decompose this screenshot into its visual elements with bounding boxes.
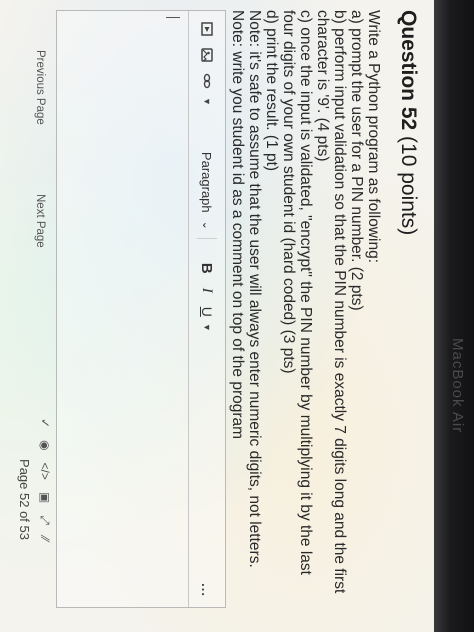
next-page-button[interactable]: Next Page — [34, 194, 46, 248]
editor-status-icons: ✓ ◉ </> ▣ ⤢ ⁄⁄ — [37, 418, 52, 541]
question-number: Question 52 — [397, 10, 420, 131]
quiz-page: Question 52 (10 points) Write a Python p… — [0, 0, 434, 632]
italic-button[interactable]: I — [195, 288, 219, 293]
question-block: Question 52 (10 points) Write a Python p… — [229, 10, 420, 610]
question-line: c) once the input is validated, "encrypt… — [297, 10, 314, 575]
answer-text-area[interactable] — [58, 11, 188, 607]
question-line: Write a Python program as following: — [365, 10, 382, 263]
preview-icon[interactable]: ▣ — [37, 492, 52, 503]
format-painter-icon[interactable]: ⁄⁄ — [37, 537, 52, 541]
bold-button[interactable]: B — [195, 263, 219, 274]
text-cursor — [166, 17, 180, 18]
question-line: four digits of your own student id (hard… — [280, 10, 297, 374]
more-options-button[interactable]: ... — [195, 583, 219, 597]
photo-frame: Question 52 (10 points) Write a Python p… — [0, 0, 474, 632]
previous-page-button[interactable]: Previous Page — [34, 50, 46, 125]
spellcheck-icon[interactable]: ✓ — [37, 418, 52, 428]
question-line: a) prompt the user for a PIN number. (2 … — [348, 10, 365, 311]
accessibility-icon[interactable]: ◉ — [37, 440, 52, 450]
question-line: d) print the result. (1 pt) — [263, 10, 280, 172]
chevron-down-icon: ⌄ — [200, 220, 213, 230]
question-line: Note: write you student id as a comment … — [229, 10, 246, 440]
page-footer: Previous Page Next Page ✓ ◉ </> ▣ ⤢ ⁄⁄ P… — [17, 10, 52, 606]
question-title: Question 52 (10 points) — [396, 10, 420, 610]
laptop-bezel — [434, 0, 474, 632]
editor-toolbar: ▼ Paragraph ⌄ B I U ▼ ... — [188, 11, 225, 607]
toolbar-divider — [197, 237, 217, 239]
question-line: b) perform input validation so that the … — [331, 10, 348, 594]
answer-editor: ▼ Paragraph ⌄ B I U ▼ ... — [56, 10, 226, 608]
embed-icon[interactable]: </> — [37, 463, 52, 480]
question-line: character is '9'. (4 pts) — [314, 10, 331, 162]
fullscreen-icon[interactable]: ⤢ — [37, 515, 52, 525]
page-indicator: Page 52 of 53 — [17, 459, 32, 540]
media-icon[interactable] — [195, 19, 219, 39]
chevron-down-icon[interactable]: ▼ — [195, 323, 219, 332]
bezel-label: MacBook Air — [449, 338, 466, 434]
question-line: Note: it's safe to assume that the user … — [246, 10, 263, 568]
paragraph-style-label: Paragraph — [199, 151, 215, 213]
chevron-down-icon[interactable]: ▼ — [195, 97, 219, 106]
image-icon[interactable] — [195, 45, 219, 65]
underline-button[interactable]: U — [195, 307, 219, 317]
question-text: Write a Python program as following: a) … — [229, 10, 382, 610]
question-points: (10 points) — [397, 136, 420, 236]
paragraph-style-dropdown[interactable]: Paragraph ⌄ — [195, 152, 219, 230]
link-icon[interactable] — [195, 71, 219, 91]
